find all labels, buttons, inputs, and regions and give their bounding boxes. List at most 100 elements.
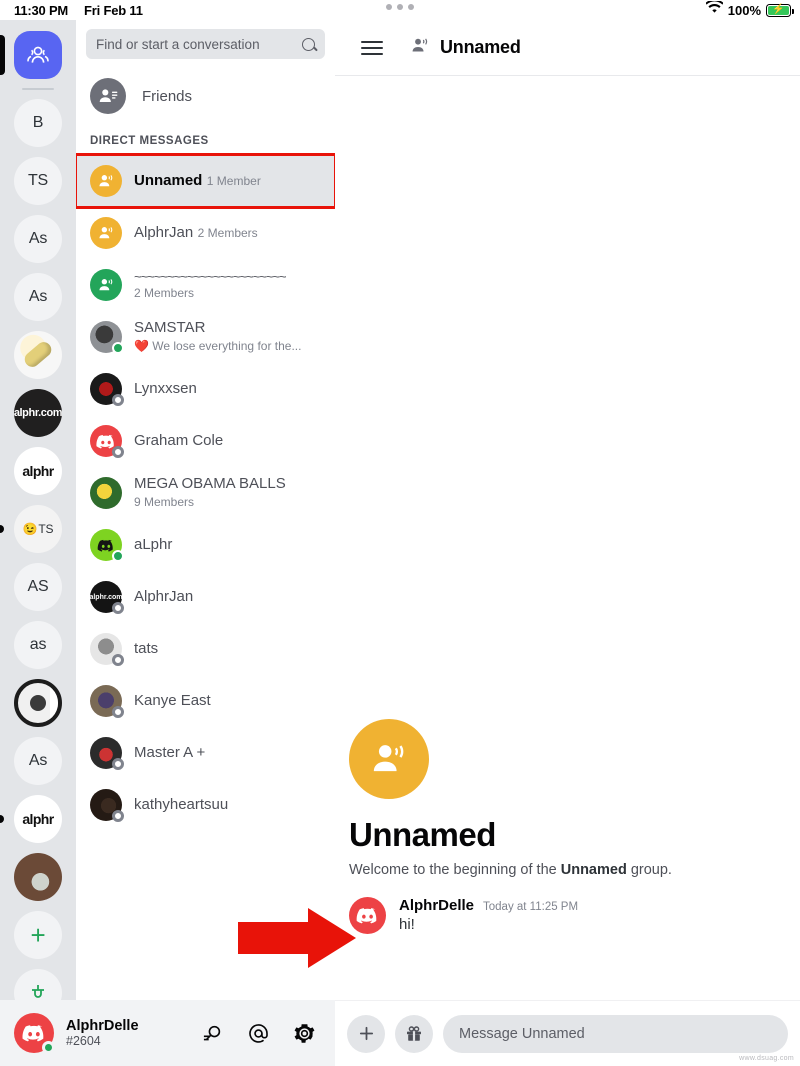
plus-icon[interactable] xyxy=(347,1014,385,1053)
friends-icon xyxy=(90,78,126,114)
sidebar-item-server-pill-image[interactable] xyxy=(0,326,76,384)
server-icon-alphr-2[interactable]: alphr xyxy=(14,795,62,843)
dm-item-subtitle: 9 Members xyxy=(134,495,195,509)
search-input[interactable]: Find or start a conversation xyxy=(86,29,325,59)
server-icon-b[interactable]: B xyxy=(14,99,62,147)
dm-item-name: tats xyxy=(134,640,159,657)
server-icon-wink-ts[interactable]: 😉 TS xyxy=(14,505,62,553)
group-avatar-icon xyxy=(99,227,113,239)
dm-item-tats[interactable]: tats xyxy=(76,623,335,675)
sidebar-item-add-server[interactable]: + xyxy=(0,906,76,964)
settings-gear-icon[interactable] xyxy=(293,1022,315,1044)
dm-item-alphr[interactable]: aLphr xyxy=(76,519,335,571)
gift-icon[interactable] xyxy=(395,1014,433,1053)
group-avatar-icon xyxy=(349,719,429,799)
dm-item-unnamed[interactable]: Unnamed 1 Member xyxy=(76,153,335,209)
sidebar-item-server-wink-ts[interactable]: 😉 TS xyxy=(0,500,76,558)
welcome-subtitle: Welcome to the beginning of the Unnamed … xyxy=(349,862,786,878)
message-author[interactable]: AlphrDelle xyxy=(399,897,474,914)
dm-item-graham-cole[interactable]: Graham Cole xyxy=(76,415,335,467)
presence-offline-indicator xyxy=(112,810,124,822)
ios-status-bar: 11:30 PM Fri Feb 11 100% ⚡ xyxy=(0,0,800,20)
group-avatar-icon xyxy=(99,175,113,187)
add-server-icon[interactable]: + xyxy=(14,911,62,959)
search-dm-icon[interactable] xyxy=(201,1022,223,1044)
three-dots-handle[interactable] xyxy=(0,4,800,10)
avatar xyxy=(90,789,124,822)
presence-offline-indicator xyxy=(112,654,124,666)
direct-messages-header: DIRECT MESSAGES xyxy=(90,135,209,147)
message-list[interactable]: Unnamed Welcome to the beginning of the … xyxy=(335,76,800,1000)
sidebar-item-server-alphr[interactable]: alphr xyxy=(0,442,76,500)
server-icon-as-lower[interactable]: as xyxy=(14,621,62,669)
server-icon-target-image[interactable] xyxy=(14,679,62,727)
account-bar: AlphrDelle #2604 xyxy=(0,1000,335,1066)
sidebar-item-server-alphr-com[interactable]: alphr.com xyxy=(0,384,76,442)
dm-item-mega-obama-balls[interactable]: MEGA OBAMA BALLS 9 Members xyxy=(76,467,335,519)
message-composer: Message Unnamed xyxy=(335,1000,800,1066)
avatar xyxy=(90,373,124,406)
presence-offline-indicator xyxy=(112,394,124,406)
message-body: AlphrDelle Today at 11:25 PM hi! xyxy=(399,897,578,934)
dm-item-samstar[interactable]: SAMSTAR ❤️ We lose everything for the... xyxy=(76,311,335,363)
dm-item-alphrjan-group[interactable]: AlphrJan 2 Members xyxy=(76,207,335,259)
avatar[interactable] xyxy=(349,897,386,934)
dm-item-kathyheartsuu[interactable]: kathyheartsuu xyxy=(76,779,335,831)
sidebar-item-server-as-caps[interactable]: AS xyxy=(0,558,76,616)
dm-item-name: SAMSTAR xyxy=(134,319,206,336)
sidebar-item-server-as-2[interactable]: As xyxy=(0,268,76,326)
direct-messages-home-icon[interactable] xyxy=(14,31,62,79)
dm-item-kanye-east[interactable]: Kanye East xyxy=(76,675,335,727)
message-timestamp: Today at 11:25 PM xyxy=(483,901,579,913)
server-rail-scroll[interactable]: B TS As As alphr.com alphr 😉 TS AS as As… xyxy=(0,20,76,1022)
dm-list-scroll[interactable]: Friends DIRECT MESSAGES Unnamed 1 Member xyxy=(76,67,335,1066)
discord-logo-avatar xyxy=(356,908,377,924)
page-title: Unnamed xyxy=(440,37,521,57)
server-icon-ts[interactable]: TS xyxy=(14,157,62,205)
sidebar-item-server-b[interactable]: B xyxy=(0,94,76,152)
server-icon-as-caps[interactable]: AS xyxy=(14,563,62,611)
server-icon-as-1[interactable]: As xyxy=(14,215,62,263)
dm-item-name: ~~~~~~~~~~~~~~~~~~~~~~~ xyxy=(134,268,287,284)
dm-item-text: aLphr xyxy=(134,536,329,554)
message-input[interactable]: Message Unnamed xyxy=(443,1014,788,1053)
server-icon-alphr-com[interactable]: alphr.com xyxy=(14,389,62,437)
presence-offline-indicator xyxy=(112,602,124,614)
dm-item-master-a[interactable]: Master A + xyxy=(76,727,335,779)
server-icon-as-2[interactable]: As xyxy=(14,273,62,321)
group-avatar-icon xyxy=(99,279,113,291)
sidebar-item-friends-label: Friends xyxy=(142,87,193,105)
account-username: AlphrDelle xyxy=(66,1017,139,1034)
sidebar-item-server-target-image[interactable] xyxy=(0,674,76,732)
server-icon-alphr[interactable]: alphr xyxy=(14,447,62,495)
sidebar-item-server-as-1[interactable]: As xyxy=(0,210,76,268)
server-rail[interactable]: B TS As As alphr.com alphr 😉 TS AS as As… xyxy=(0,20,76,1066)
dm-item-text: ~~~~~~~~~~~~~~~~~~~~~~~ 2 Members xyxy=(134,269,329,302)
message-row[interactable]: AlphrDelle Today at 11:25 PM hi! xyxy=(349,897,786,934)
sidebar-item-server-as-3[interactable]: As xyxy=(0,732,76,790)
sidebar-item-home[interactable] xyxy=(0,26,76,84)
avatar[interactable] xyxy=(14,1013,55,1054)
chat-panel: Unnamed Unnamed Welcome to the beginning… xyxy=(335,20,800,1066)
avatar xyxy=(90,685,124,718)
server-icon-as-3[interactable]: As xyxy=(14,737,62,785)
dm-item-alphrjan-user[interactable]: alphr.com AlphrJan xyxy=(76,571,335,623)
dm-item-lynxxsen[interactable]: Lynxxsen xyxy=(76,363,335,415)
sidebar-item-server-as-lower[interactable]: as xyxy=(0,616,76,674)
mentions-icon[interactable] xyxy=(247,1022,269,1044)
dm-item-squiggle-group[interactable]: ~~~~~~~~~~~~~~~~~~~~~~~ 2 Members xyxy=(76,259,335,311)
dm-item-subtitle: 1 Member xyxy=(206,174,261,188)
sidebar-item-server-dog-image[interactable] xyxy=(0,848,76,906)
dm-item-name: kathyheartsuu xyxy=(134,796,229,813)
hamburger-menu-icon[interactable] xyxy=(361,40,383,55)
sidebar-item-friends[interactable]: Friends xyxy=(76,71,335,121)
server-icon-pill-image[interactable] xyxy=(14,331,62,379)
avatar xyxy=(90,529,124,562)
sidebar-item-server-alphr-2[interactable]: alphr xyxy=(0,790,76,848)
avatar xyxy=(90,321,124,354)
server-icon-dog-image[interactable] xyxy=(14,853,62,901)
dm-item-name: AlphrJan xyxy=(134,224,194,241)
dm-item-name: Lynxxsen xyxy=(134,380,197,397)
sidebar-item-server-ts[interactable]: TS xyxy=(0,152,76,210)
rail-divider xyxy=(22,88,54,90)
